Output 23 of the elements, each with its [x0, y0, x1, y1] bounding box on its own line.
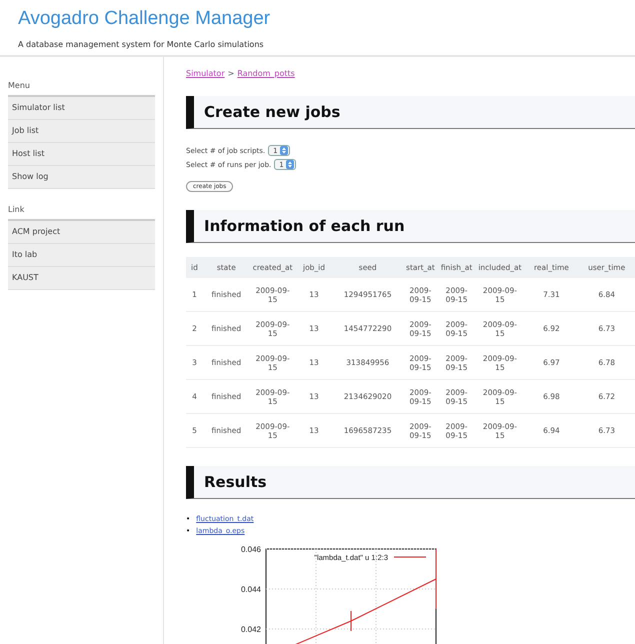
- breadcrumb-link[interactable]: Simulator: [186, 69, 225, 78]
- y-tick-label: 0.044: [240, 585, 262, 594]
- section-heading: Create new jobs: [186, 96, 635, 129]
- y-tick-label: 0.042: [240, 625, 262, 634]
- site-subtitle: A database management system for Monte Carlo simulations: [18, 40, 265, 49]
- sidebar-item[interactable]: KAUST: [8, 267, 155, 290]
- sidebar-item[interactable]: Simulator list: [8, 97, 155, 120]
- sidebar-heading: Menu: [8, 81, 31, 90]
- sidebar-item[interactable]: Job list: [8, 120, 155, 143]
- sidebar-item[interactable]: Ito lab: [8, 244, 155, 267]
- legend-line-icon: [394, 556, 426, 558]
- breadcrumb-separator: >: [228, 69, 234, 78]
- section-heading: Information of each run: [186, 210, 635, 243]
- breadcrumb-link[interactable]: Random_potts: [237, 69, 295, 78]
- sidebar-heading: Link: [8, 205, 26, 214]
- stepper-arrows-icon[interactable]: [286, 160, 294, 169]
- sidebar-item[interactable]: ACM project: [8, 221, 155, 244]
- stepper-arrows-icon[interactable]: [280, 146, 288, 155]
- section-heading: Results: [186, 466, 635, 499]
- y-tick-label: 0.046: [240, 545, 262, 554]
- site-title: Avogadro Challenge Manager: [18, 8, 272, 30]
- sidebar-item[interactable]: Host list: [8, 143, 155, 166]
- sidebar-item[interactable]: Show log: [8, 166, 155, 189]
